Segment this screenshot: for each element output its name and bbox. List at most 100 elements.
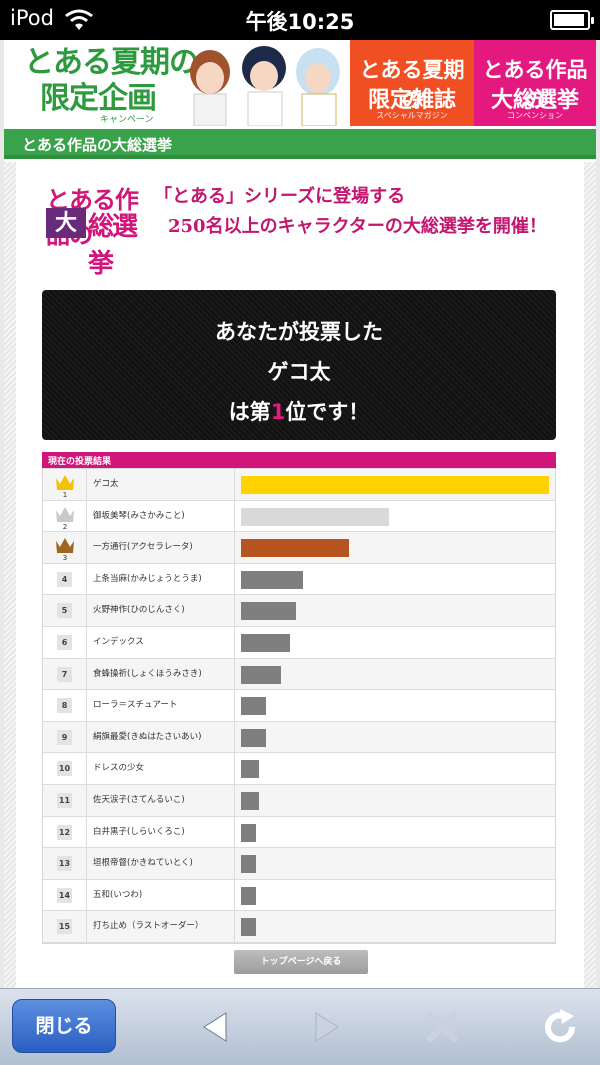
bar-cell [235, 595, 555, 626]
table-row: 11 佐天涙子(さてんるいこ) [43, 784, 555, 817]
character-name: 絹旗最愛(きぬはたさいあい) [87, 721, 235, 753]
election-logo: とある作品の 大 総選挙 [46, 180, 156, 279]
summer-magazine-banner[interactable]: とある夏期の 限定雑誌 スペシャルマガジン [350, 40, 474, 126]
magazine-banner-sub: スペシャルマガジン [376, 111, 448, 120]
intro-headline-2: 250名以上のキャラクターの大総選挙を開催！ [168, 216, 547, 237]
rank-number: 1 [63, 491, 67, 498]
banner-row: とある夏期の 限定企画 キャンペーン とある夏期の 限定雑誌 スペシャルマガジン… [4, 40, 596, 126]
vote-bar [241, 697, 266, 716]
bronze-crown-icon: 3 [56, 538, 74, 561]
rank-number: 5 [57, 603, 72, 619]
vote-bar [241, 886, 256, 905]
rank-number: 3 [63, 554, 67, 561]
vote-bar [241, 728, 266, 747]
character-name: 食蜂操祈(しょくほうみさき) [87, 658, 235, 690]
character-name: 火野神作(ひのじんさく) [87, 595, 235, 626]
rank-cell: 2 [43, 500, 87, 532]
character-name: ローラ＝スチュアート [87, 690, 235, 721]
bar-cell [235, 532, 555, 563]
battery-icon [550, 10, 594, 30]
rank-number: 15 [57, 919, 72, 935]
reload-icon[interactable] [540, 1007, 580, 1047]
banner-title-line1: とある夏期の [24, 45, 199, 80]
rank-cell: 13 [43, 848, 87, 879]
main-content: とある作品の 大 総選挙 「とある」シリーズに登場する 250名以上のキャラクタ… [16, 162, 584, 988]
rank-cell: 7 [43, 658, 87, 690]
character-name: 白井黒子(しらいくろこ) [87, 816, 235, 848]
rank-number: 14 [57, 887, 72, 903]
decorative-strip-right [584, 162, 596, 988]
table-row: 10 ドレスの少女 [43, 753, 555, 785]
character-name: ドレスの少女 [87, 753, 235, 784]
bar-cell [235, 785, 555, 816]
clock: 午後10:25 [245, 10, 355, 34]
vote-bar [241, 570, 303, 589]
election-banner-sub: コンベンション [507, 111, 563, 120]
voted-character-name: ゲコ太 [267, 360, 331, 384]
rank-cell: 1 [43, 469, 87, 500]
silver-crown-icon: 2 [56, 506, 74, 530]
rank-number: 4 [57, 571, 72, 587]
table-row: 14 五和(いつわ) [43, 879, 555, 912]
rank-cell: 6 [43, 626, 87, 658]
table-row: 4 上条当麻(かみじょうとうま) [43, 563, 555, 596]
stop-icon[interactable] [422, 1007, 462, 1047]
vote-bar [241, 918, 256, 937]
election-banner[interactable]: とある作品の 大総選挙 コンベンション [474, 40, 596, 126]
bar-cell [235, 690, 555, 721]
vote-bar [241, 507, 389, 526]
rank-number: 6 [57, 634, 72, 650]
bar-cell [235, 501, 555, 532]
table-row: 15 打ち止め（ラストオーダー） [43, 911, 555, 943]
table-row: 13 垣根帝督(かきねていとく) [43, 848, 555, 880]
summer-campaign-banner[interactable]: とある夏期の 限定企画 キャンペーン [4, 40, 350, 126]
vote-bar [241, 823, 256, 842]
character-name: 一方通行(アクセラレータ) [87, 532, 235, 563]
table-row: 6 インデックス [43, 626, 555, 659]
character-name: ゲコ太 [87, 469, 235, 500]
table-row: 8 ローラ＝スチュアート [43, 690, 555, 722]
rank-cell: 12 [43, 816, 87, 848]
bar-cell [235, 848, 555, 879]
gold-crown-icon: 1 [56, 475, 74, 498]
rank-cell: 11 [43, 784, 87, 816]
rank-number: 7 [57, 666, 72, 682]
character-name: 五和(いつわ) [87, 879, 235, 911]
vote-bar [241, 476, 549, 494]
banner-title-line2: 限定企画 [40, 81, 157, 116]
table-row: 9 絹旗最愛(きぬはたさいあい) [43, 721, 555, 754]
vote-bar [241, 633, 290, 652]
character-name: 御坂美琴(みさかみこと) [87, 500, 235, 532]
table-row: 3 一方通行(アクセラレータ) [43, 532, 555, 564]
table-row: 7 食蜂操祈(しょくほうみさき) [43, 658, 555, 691]
vote-line-1: あなたが投票した [215, 320, 383, 344]
back-to-top-page-button[interactable]: トップページへ戻る [234, 950, 368, 974]
logo-rest-text: 総選挙 [88, 212, 138, 279]
results-header: 現在の投票結果 [42, 452, 556, 468]
rank-number: 12 [57, 824, 72, 840]
results-table: 1 ゲコ太 2 御坂美琴(みさかみこと) 3 一方通行(アクセラレータ) 4 上条当麻(かみじ… [42, 468, 556, 944]
section-title: とある作品の大総選挙 [22, 136, 173, 154]
rank-cell: 10 [43, 753, 87, 784]
bar-cell [235, 753, 555, 784]
page-container: とある夏期の 限定企画 キャンペーン とある夏期の 限定雑誌 スペシャルマガジン… [4, 40, 596, 988]
rank-cell: 14 [43, 879, 87, 911]
forward-icon[interactable] [306, 1007, 346, 1047]
vote-rank-number: 1 [270, 400, 286, 424]
banner-subtitle: キャンペーン [100, 115, 154, 125]
rank-cell: 9 [43, 721, 87, 753]
character-name: 上条当麻(かみじょうとうま) [87, 563, 235, 595]
character-name: 佐天涙子(さてんるいこ) [87, 784, 235, 816]
vote-rank-prefix: は第 [228, 400, 271, 424]
rank-number: 9 [57, 729, 72, 745]
back-icon[interactable] [196, 1007, 236, 1047]
bar-cell [235, 564, 555, 595]
rank-number: 13 [57, 856, 72, 872]
character-name: 垣根帝督(かきねていとく) [87, 848, 235, 879]
vote-bar [241, 855, 256, 874]
bar-cell [235, 659, 555, 690]
rank-number: 2 [63, 523, 67, 530]
close-button[interactable]: 閉じる [12, 999, 116, 1053]
bar-cell [235, 911, 555, 942]
character-name: 打ち止め（ラストオーダー） [87, 911, 235, 942]
